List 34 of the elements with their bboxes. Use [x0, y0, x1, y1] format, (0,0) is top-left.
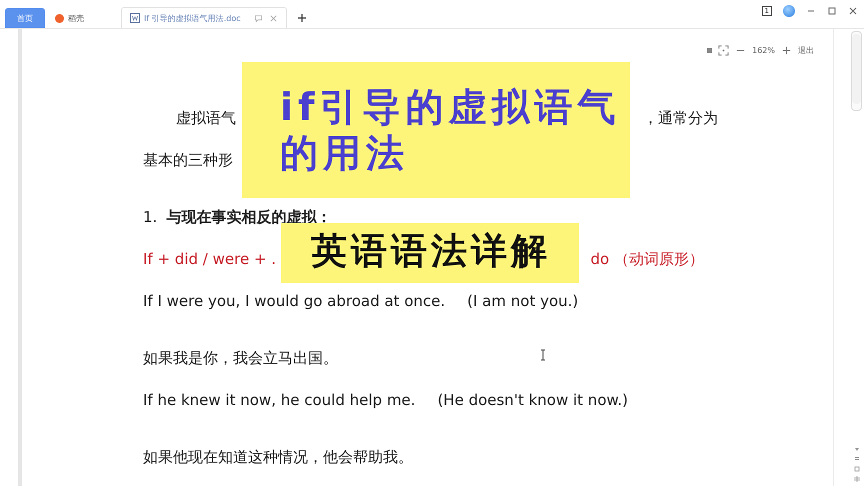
text-line: If he knew it now, he could help me. [143, 391, 416, 409]
text-line: do （动词原形） [590, 250, 704, 268]
zoom-in-icon[interactable] [781, 45, 792, 56]
banner-text: 英语语法详解 [311, 230, 551, 274]
scroll-thumb[interactable] [852, 34, 861, 104]
text-line: 如果他现在知道这种情况，他会帮助我。 [143, 448, 413, 466]
exit-button[interactable]: 退出 [798, 45, 814, 56]
zoom-level: 162% [752, 46, 775, 55]
text-line: 基本的三种形 [143, 150, 233, 170]
text-line: (I am not you.) [467, 292, 578, 310]
text-line: 如果我是你，我会立马出国。 [143, 348, 338, 368]
comment-icon[interactable] [254, 14, 263, 22]
avatar-icon[interactable] [783, 5, 795, 17]
document-icon [130, 13, 140, 23]
tab[interactable]: If 引导的虚拟语气用法.doc [121, 7, 287, 28]
text-line: If + did / were + . [143, 250, 276, 268]
list-number: 1. [143, 208, 158, 226]
down-arrow-icon[interactable] [854, 446, 860, 452]
text-cursor-icon [540, 349, 546, 361]
list-icon[interactable] [854, 456, 860, 462]
scrollbar[interactable] [851, 31, 862, 111]
square-icon[interactable] [854, 466, 860, 472]
text-line: ，通常分为 [643, 108, 718, 128]
text-line: (He doesn't know it now.) [437, 391, 628, 409]
maximize-icon[interactable] [827, 6, 837, 16]
close-icon[interactable] [848, 6, 858, 16]
banner-text: 的用法 [280, 130, 409, 176]
text-line: 虚拟语气 [176, 108, 236, 128]
banner-text: if引导的虚拟语气 [280, 84, 621, 130]
grid-icon[interactable] [854, 476, 860, 482]
fit-page-icon[interactable] [718, 45, 730, 56]
new-tab-icon[interactable] [297, 13, 307, 23]
handle-icon[interactable] [707, 48, 712, 53]
text-line: If I were you, I would go abroad at once. [143, 292, 446, 310]
